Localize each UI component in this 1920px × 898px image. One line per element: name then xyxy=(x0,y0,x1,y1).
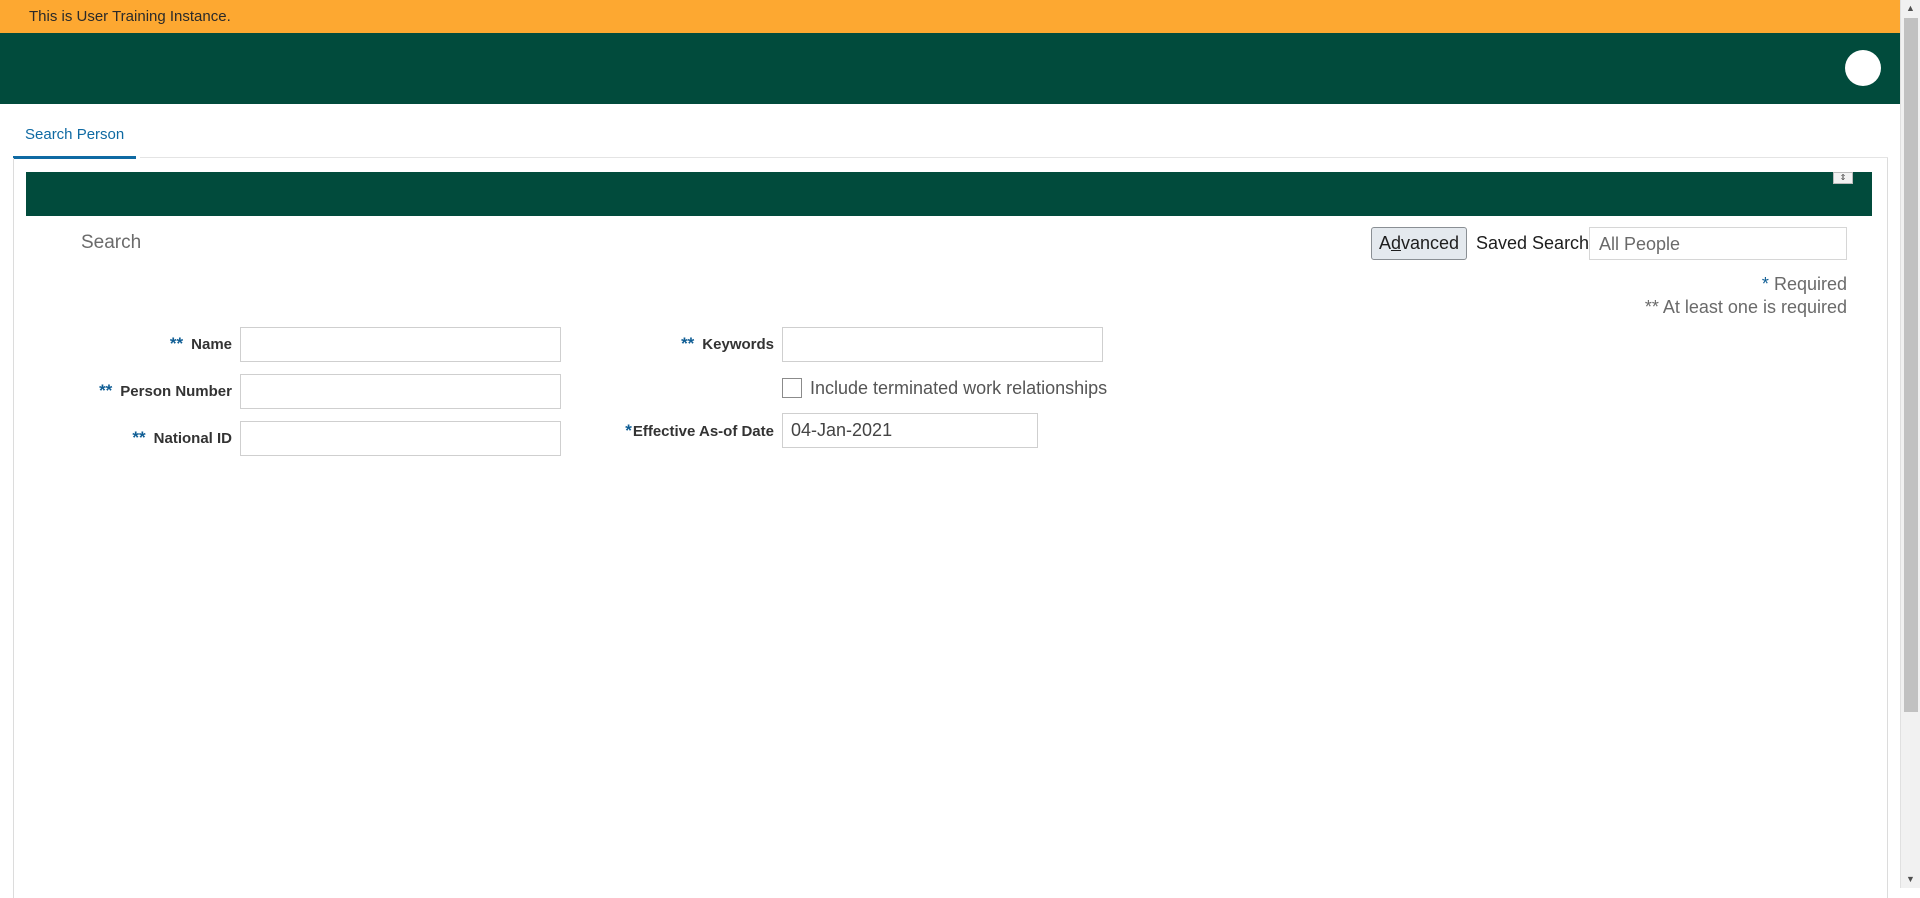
person-number-required-mark: ** xyxy=(99,381,113,400)
required-mark: * xyxy=(1761,274,1769,294)
scroll-up-arrow-icon[interactable]: ▲ xyxy=(1901,0,1920,17)
page-scrollbar[interactable]: ▲ ▼ xyxy=(1900,0,1920,888)
effective-date-input[interactable] xyxy=(782,413,1038,448)
scrollbar-thumb[interactable] xyxy=(1904,18,1918,712)
include-terminated-label[interactable]: Include terminated work relationships xyxy=(810,378,1107,399)
effective-date-label-text: Effective As-of Date xyxy=(632,423,774,440)
advanced-button-label: Advanced xyxy=(1378,233,1460,253)
content-panel xyxy=(13,158,1888,898)
name-label-text: Name xyxy=(191,336,232,353)
advanced-button[interactable]: Advanced xyxy=(1371,227,1467,260)
collapse-toggle-icon[interactable]: ⇕ xyxy=(1833,172,1853,184)
keywords-label: ** Keywords xyxy=(681,334,774,354)
name-label: ** Name xyxy=(170,334,232,354)
national-id-label: ** National ID xyxy=(132,428,232,448)
advanced-mnemonic-letter: d xyxy=(1390,233,1401,253)
name-input[interactable] xyxy=(240,327,561,362)
person-number-label-text: Person Number xyxy=(120,383,232,400)
keywords-label-text: Keywords xyxy=(702,336,774,353)
at-least-one-note: ** At least one is required xyxy=(1644,297,1847,317)
user-avatar[interactable] xyxy=(1845,50,1881,86)
person-number-label: ** Person Number xyxy=(99,381,232,401)
name-required-mark: ** xyxy=(169,334,184,353)
saved-search-label: Saved Search xyxy=(1476,233,1590,253)
national-id-input[interactable] xyxy=(240,421,561,456)
search-region-header xyxy=(26,172,1872,216)
person-number-input[interactable] xyxy=(240,374,561,409)
national-id-label-text: National ID xyxy=(153,430,232,447)
banner-text: This is User Training Instance. xyxy=(29,8,231,25)
training-instance-banner: This is User Training Instance. xyxy=(0,0,1900,33)
keywords-required-mark: ** xyxy=(681,334,695,353)
scroll-down-arrow-icon[interactable]: ▼ xyxy=(1901,871,1920,888)
required-text: Required xyxy=(1773,274,1847,294)
include-terminated-checkbox[interactable] xyxy=(782,378,802,398)
required-note: * Required xyxy=(1762,274,1847,295)
search-title: Search xyxy=(81,232,142,253)
effective-date-required-mark: * xyxy=(625,421,632,440)
tab-search-person[interactable]: Search Person xyxy=(13,118,137,159)
keywords-input[interactable] xyxy=(782,327,1103,362)
national-id-required-mark: ** xyxy=(132,428,146,447)
saved-search-select[interactable]: All People xyxy=(1589,227,1847,260)
global-header xyxy=(0,33,1900,104)
effective-date-label: *Effective As-of Date xyxy=(625,421,774,441)
